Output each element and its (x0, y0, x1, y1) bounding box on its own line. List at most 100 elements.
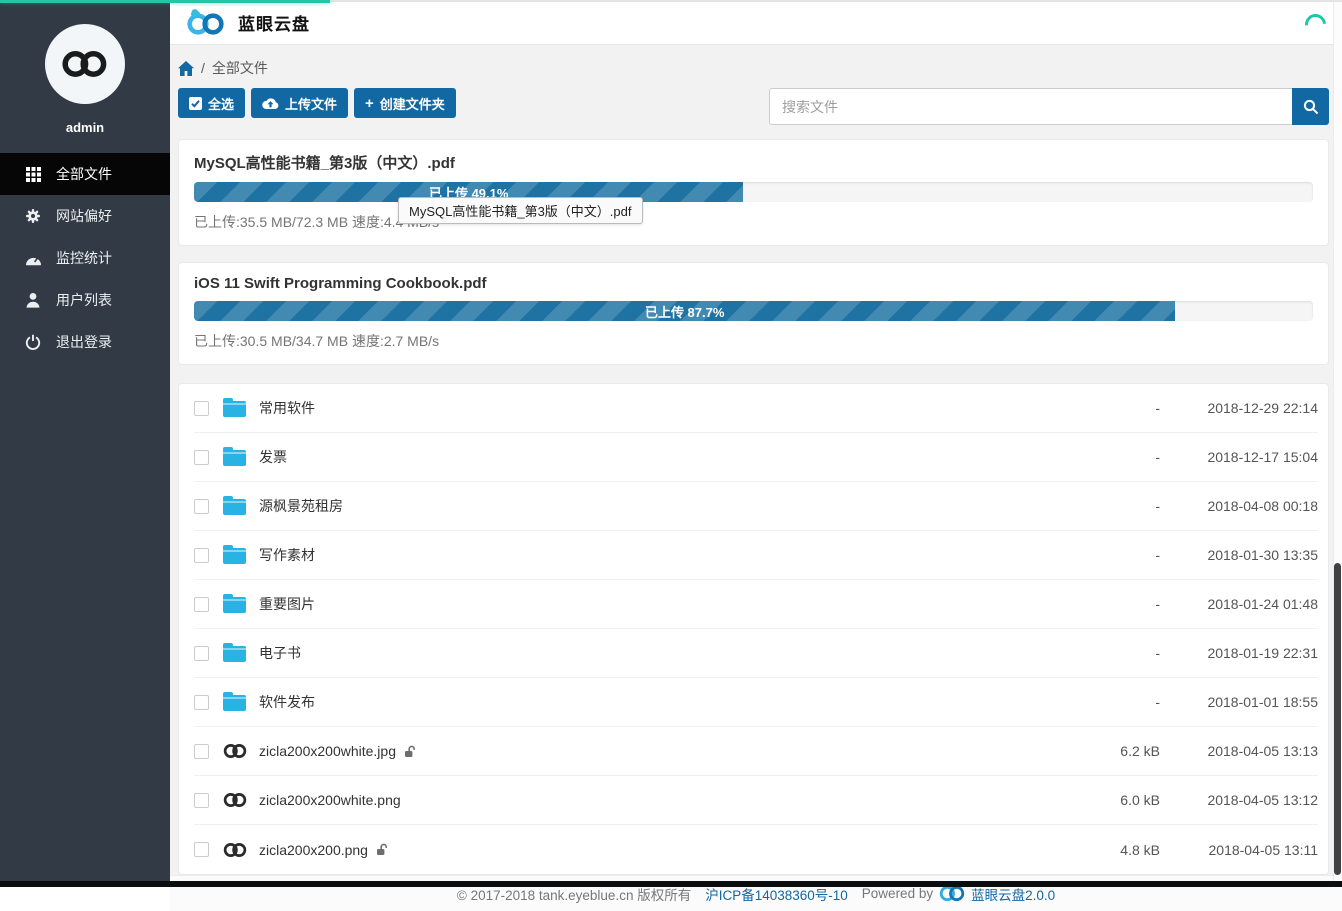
row-checkbox[interactable] (194, 450, 209, 465)
table-row[interactable]: zicla200x200white.jpg 6.2 kB 2018-04-05 … (194, 727, 1318, 776)
breadcrumb: / 全部文件 (178, 58, 1329, 78)
select-all-button[interactable]: 全选 (178, 88, 245, 118)
row-checkbox[interactable] (194, 499, 209, 514)
file-date: 2018-01-30 13:35 (1160, 547, 1318, 563)
sidebar-item-all-files[interactable]: 全部文件 (0, 153, 170, 195)
icon-cell (223, 546, 259, 564)
icon-cell (223, 842, 259, 858)
image-file-icon (223, 743, 247, 759)
unlock-icon (376, 843, 388, 856)
file-size: - (1050, 400, 1160, 416)
row-checkbox[interactable] (194, 842, 209, 857)
folder-icon (223, 548, 246, 564)
sidebar-item-user-list[interactable]: 用户列表 (0, 279, 170, 321)
upload-filename: iOS 11 Swift Programming Cookbook.pdf (194, 275, 1313, 292)
sidebar-item-monitor-stats[interactable]: 监控统计 (0, 237, 170, 279)
infinity-logo-icon (56, 46, 114, 82)
file-size: - (1050, 449, 1160, 465)
folder-icon (223, 401, 246, 417)
table-row[interactable]: 电子书 - 2018-01-19 22:31 (194, 629, 1318, 678)
user-icon (24, 292, 42, 308)
file-date: 2018-04-05 13:13 (1160, 743, 1318, 759)
file-name[interactable]: zicla200x200white.png (259, 792, 401, 808)
file-name[interactable]: zicla200x200.png (259, 842, 368, 858)
icon-cell (223, 448, 259, 466)
upload-file-button[interactable]: 上传文件 (251, 88, 348, 118)
file-size: - (1050, 498, 1160, 514)
content: / 全部文件 全选 上传文件 (170, 45, 1342, 875)
unlock-icon (404, 745, 416, 758)
main-area: 蓝眼云盘 / 全部文件 全选 (170, 0, 1342, 881)
file-date: 2018-04-05 13:11 (1160, 842, 1318, 858)
grid-icon (24, 167, 42, 182)
file-date: 2018-04-08 00:18 (1160, 498, 1318, 514)
icon-cell (223, 693, 259, 711)
row-checkbox[interactable] (194, 597, 209, 612)
dashboard-icon (24, 251, 42, 266)
folder-icon (223, 450, 246, 466)
sidebar-item-logout[interactable]: 退出登录 (0, 321, 170, 363)
row-checkbox[interactable] (194, 695, 209, 710)
table-row[interactable]: 源枫景苑租房 - 2018-04-08 00:18 (194, 482, 1318, 531)
row-checkbox[interactable] (194, 744, 209, 759)
image-file-icon (223, 842, 247, 858)
icon-cell (223, 792, 259, 808)
file-size: - (1050, 645, 1160, 661)
sidebar-item-preferences[interactable]: 网站偏好 (0, 195, 170, 237)
table-row[interactable]: 软件发布 - 2018-01-01 18:55 (194, 678, 1318, 727)
icon-cell (223, 399, 259, 417)
file-name[interactable]: 发票 (259, 447, 287, 467)
row-checkbox[interactable] (194, 646, 209, 661)
folder-icon (223, 695, 246, 711)
folder-icon (223, 499, 246, 515)
home-icon[interactable] (178, 61, 194, 76)
icon-cell (223, 497, 259, 515)
file-name[interactable]: 常用软件 (259, 398, 315, 418)
plus-icon: + (365, 96, 374, 111)
upload-file-label: 上传文件 (285, 94, 337, 113)
file-size: - (1050, 547, 1160, 563)
file-name[interactable]: 软件发布 (259, 692, 315, 712)
search-input[interactable] (769, 88, 1292, 125)
file-name[interactable]: 重要图片 (259, 594, 315, 614)
file-date: 2018-04-05 13:12 (1160, 792, 1318, 808)
file-date: 2018-12-29 22:14 (1160, 400, 1318, 416)
table-row[interactable]: zicla200x200.png 4.8 kB 2018-04-05 13:11 (194, 825, 1318, 874)
file-size: 4.8 kB (1050, 842, 1160, 858)
power-icon (24, 334, 42, 350)
table-row[interactable]: zicla200x200white.png 6.0 kB 2018-04-05 … (194, 776, 1318, 825)
create-folder-button[interactable]: + 创建文件夹 (354, 88, 456, 118)
file-name[interactable]: 电子书 (259, 643, 301, 663)
icon-cell (223, 743, 259, 759)
sidebar-item-label: 监控统计 (56, 248, 112, 268)
upload-progress-track: 已上传 49.1% (194, 182, 1313, 202)
row-checkbox[interactable] (194, 548, 209, 563)
file-name[interactable]: 写作素材 (259, 545, 315, 565)
file-name[interactable]: zicla200x200white.jpg (259, 743, 396, 759)
image-file-icon (223, 792, 247, 808)
table-row[interactable]: 常用软件 - 2018-12-29 22:14 (194, 384, 1318, 433)
sidebar: admin 全部文件 网站偏好 (0, 0, 170, 881)
upload-progress-bar: 已上传 87.7% (194, 301, 1175, 321)
upload-progress-track: 已上传 87.7% (194, 301, 1313, 321)
bottom-edge-strip (0, 881, 1342, 887)
table-row[interactable]: 写作素材 - 2018-01-30 13:35 (194, 531, 1318, 580)
brand-logo-icon (182, 7, 228, 37)
file-date: 2018-12-17 15:04 (1160, 449, 1318, 465)
upload-filename: MySQL高性能书籍_第3版（中文）.pdf (194, 152, 1313, 173)
search-button[interactable] (1292, 88, 1329, 125)
avatar[interactable] (45, 24, 125, 104)
file-size: 6.0 kB (1050, 792, 1160, 808)
icon-cell (223, 644, 259, 662)
file-date: 2018-01-19 22:31 (1160, 645, 1318, 661)
file-name[interactable]: 源枫景苑租房 (259, 496, 343, 516)
toolbar-buttons: 全选 上传文件 + 创建文件夹 (178, 88, 456, 118)
row-checkbox[interactable] (194, 793, 209, 808)
scrollbar-thumb[interactable] (1334, 563, 1341, 875)
table-row[interactable]: 发票 - 2018-12-17 15:04 (194, 433, 1318, 482)
file-size: 6.2 kB (1050, 743, 1160, 759)
file-size: - (1050, 596, 1160, 612)
table-row[interactable]: 重要图片 - 2018-01-24 01:48 (194, 580, 1318, 629)
file-date: 2018-01-01 18:55 (1160, 694, 1318, 710)
row-checkbox[interactable] (194, 401, 209, 416)
